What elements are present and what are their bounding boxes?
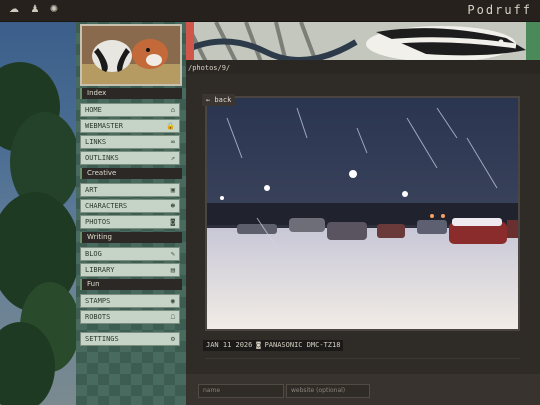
camera-icon: ◙ xyxy=(256,341,261,349)
header-banner xyxy=(186,22,540,62)
top-bar: ☁ ♟ ✺ Podruff xyxy=(0,0,540,22)
breadcrumb-path: /photos/9/ xyxy=(188,64,231,72)
sidebar-item-settings[interactable]: SETTINGS ⚙ xyxy=(80,332,180,346)
comment-form: name website (optional) xyxy=(186,374,540,405)
sidebar-item-label: STAMPS xyxy=(85,297,111,305)
sidebar-item-label: ROBOTS xyxy=(85,313,111,321)
cloud-icon[interactable]: ☁ xyxy=(8,4,20,16)
sidebar-item-robots[interactable]: ROBOTS ☖ xyxy=(80,310,180,324)
lock-icon: 🔒 xyxy=(166,122,175,130)
sidebar-item-characters[interactable]: CHARACTERS ☻ xyxy=(80,199,180,213)
back-button[interactable]: ← back xyxy=(202,94,236,106)
sidebar-item-label: SETTINGS xyxy=(85,335,119,343)
gear-icon: ⚙ xyxy=(170,335,175,343)
pen-icon: ✎ xyxy=(170,250,175,258)
stamp-icon: ◉ xyxy=(170,297,175,305)
sidebar: Index HOME ⌂ WEBMASTER 🔒 LINKS ∞ OUTLINKS ⇗ Creat… xyxy=(76,22,186,405)
sidebar-item-label: HOME xyxy=(85,106,102,114)
photo-date: JAN 11 2026 xyxy=(206,341,253,349)
robot-icon: ☖ xyxy=(170,313,175,321)
sidebar-item-label: WEBMASTER xyxy=(85,122,123,130)
site-brand[interactable]: Podruff xyxy=(467,3,532,17)
photo-camera: PANASONIC DMC-TZ18 xyxy=(264,341,341,349)
sidebar-item-home[interactable]: HOME ⌂ xyxy=(80,103,180,117)
divider xyxy=(205,358,520,359)
sidebar-item-links[interactable]: LINKS ∞ xyxy=(80,135,180,149)
sidebar-item-label: ART xyxy=(85,186,98,194)
avatar[interactable] xyxy=(80,24,182,86)
book-icon: ▤ xyxy=(170,266,175,274)
external-icon: ⇗ xyxy=(170,154,175,162)
sidebar-item-label: PHOTOS xyxy=(85,218,111,226)
section-heading-index: Index xyxy=(80,88,182,99)
sidebar-item-stamps[interactable]: STAMPS ◉ xyxy=(80,294,180,308)
sidebar-item-label: LIBRARY xyxy=(85,266,115,274)
home-icon: ⌂ xyxy=(170,106,175,114)
sidebar-item-label: BLOG xyxy=(85,250,102,258)
sidebar-item-library[interactable]: LIBRARY ▤ xyxy=(80,263,180,277)
sidebar-item-label: CHARACTERS xyxy=(85,202,128,210)
website-input[interactable]: website (optional) xyxy=(286,384,370,398)
section-heading-writing: Writing xyxy=(80,232,182,243)
image-icon: ▣ xyxy=(170,186,175,194)
section-heading-creative: Creative xyxy=(80,168,182,179)
section-heading-fun: Fun xyxy=(80,279,182,290)
tooth-icon[interactable]: ♟ xyxy=(29,4,41,16)
link-icon: ∞ xyxy=(170,138,175,146)
name-input[interactable]: name xyxy=(198,384,284,398)
sidebar-item-webmaster[interactable]: WEBMASTER 🔒 xyxy=(80,119,180,133)
sidebar-item-outlinks[interactable]: OUTLINKS ⇗ xyxy=(80,151,180,165)
people-icon: ☻ xyxy=(170,202,175,210)
sidebar-item-art[interactable]: ART ▣ xyxy=(80,183,180,197)
sidebar-item-label: LINKS xyxy=(85,138,107,146)
camera-icon: ◙ xyxy=(170,218,175,226)
sun-icon[interactable]: ✺ xyxy=(48,4,60,16)
background-tree-photo xyxy=(0,22,76,405)
photo-snowy-parking-lot[interactable] xyxy=(205,96,520,331)
sidebar-item-blog[interactable]: BLOG ✎ xyxy=(80,247,180,261)
sidebar-item-photos[interactable]: PHOTOS ◙ xyxy=(80,215,180,229)
sidebar-item-label: OUTLINKS xyxy=(85,154,119,162)
photo-metadata: JAN 11 2026 ◙ PANASONIC DMC-TZ18 xyxy=(203,340,344,351)
